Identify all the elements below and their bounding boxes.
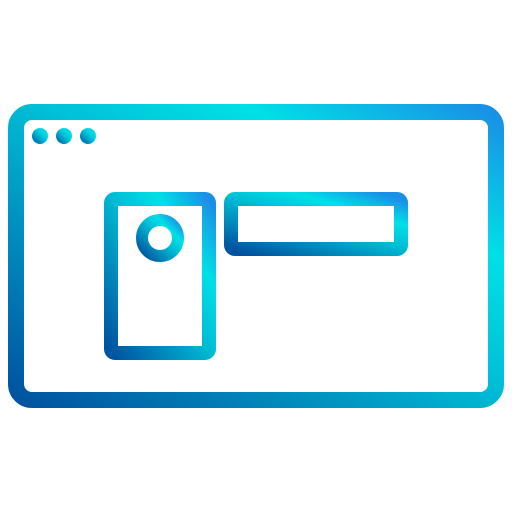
browser-key-icon: [0, 0, 512, 512]
window-dot-1: [32, 128, 48, 144]
window-controls: [32, 128, 96, 144]
heading-box: [224, 192, 408, 256]
window-dot-2: [56, 128, 72, 144]
browser-key-illustration: [8, 104, 504, 408]
text-lines: [224, 271, 408, 358]
window-dot-3: [80, 128, 96, 144]
key-icon: [136, 214, 184, 329]
